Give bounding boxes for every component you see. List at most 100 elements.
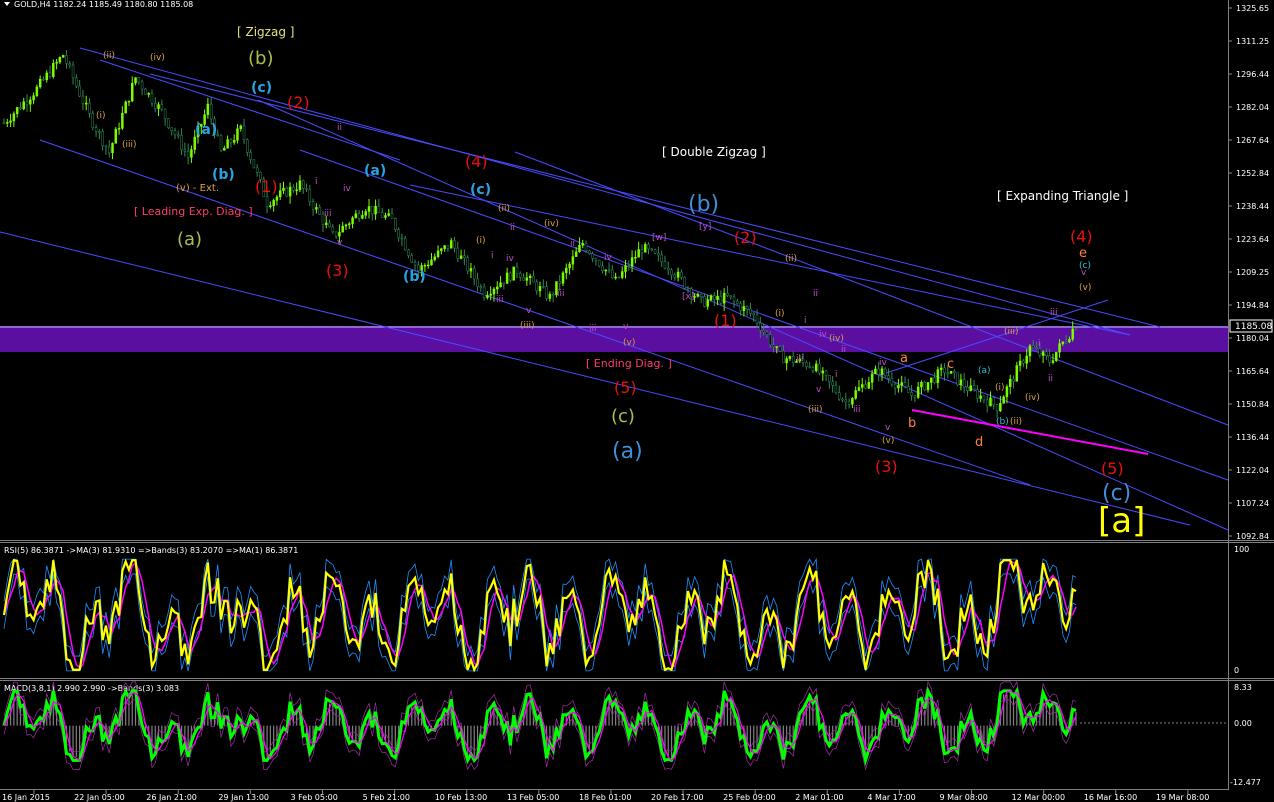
candle-body bbox=[190, 149, 193, 158]
candle-body bbox=[219, 135, 223, 151]
candle-body bbox=[104, 145, 108, 148]
wave-label: (1) bbox=[714, 311, 737, 330]
candle-body bbox=[6, 122, 9, 124]
svg-text:(iii): (iii) bbox=[808, 405, 823, 415]
wave-label: (a) bbox=[612, 439, 643, 464]
svg-text:(v): (v) bbox=[882, 436, 894, 446]
candle-body bbox=[315, 207, 318, 210]
wave-label: (1) bbox=[255, 177, 278, 196]
svg-text:(a): (a) bbox=[978, 366, 991, 376]
candle-body bbox=[959, 379, 963, 386]
candle-body bbox=[634, 257, 637, 259]
wave-label: (a) bbox=[364, 163, 386, 179]
candle-body bbox=[502, 282, 506, 285]
candle-body bbox=[496, 286, 499, 290]
macd-tick: 8.33 bbox=[1234, 683, 1252, 692]
candle-body bbox=[841, 398, 844, 401]
candle-body bbox=[331, 226, 335, 233]
candle-body bbox=[814, 363, 818, 372]
candle-body bbox=[903, 382, 907, 387]
candle-body bbox=[371, 206, 374, 215]
candle-body bbox=[936, 369, 940, 383]
candle-body bbox=[745, 306, 749, 310]
time-tick: 9 Mar 08:00 bbox=[940, 793, 988, 802]
candle-body bbox=[588, 250, 591, 254]
candle-body bbox=[620, 271, 624, 278]
svg-text:(iv): (iv) bbox=[1025, 393, 1040, 403]
candle-body bbox=[167, 118, 170, 128]
candle-body bbox=[643, 244, 647, 253]
candle-body bbox=[716, 295, 719, 300]
candle-body bbox=[719, 295, 723, 304]
svg-text:i: i bbox=[804, 316, 807, 326]
candle-body bbox=[966, 386, 969, 391]
svg-text:v: v bbox=[623, 322, 629, 332]
candle-body bbox=[686, 287, 690, 290]
candle-body bbox=[114, 128, 118, 144]
candle-body bbox=[29, 99, 32, 105]
candle-body bbox=[824, 370, 828, 376]
candle-body bbox=[193, 136, 196, 150]
candle-body bbox=[897, 385, 900, 389]
svg-text:iii: iii bbox=[557, 289, 565, 299]
candle-body bbox=[32, 95, 35, 101]
svg-text:e: e bbox=[1079, 246, 1087, 261]
candle-body bbox=[1068, 338, 1071, 343]
price-tick: 1282.04 bbox=[1236, 103, 1269, 112]
candle-body bbox=[1048, 355, 1051, 363]
candle-body bbox=[173, 130, 177, 136]
candle-body bbox=[1051, 360, 1055, 363]
candle-body bbox=[607, 269, 611, 272]
candle-body bbox=[640, 249, 644, 253]
candle-body bbox=[956, 372, 959, 386]
candle-body bbox=[696, 293, 700, 297]
svg-text:i: i bbox=[1038, 339, 1041, 349]
candle-body bbox=[206, 103, 210, 115]
candle-body bbox=[160, 104, 164, 110]
candle-body bbox=[328, 222, 331, 228]
time-tick: 4 Mar 17:00 bbox=[867, 793, 915, 802]
candle-body bbox=[9, 120, 12, 123]
candle-body bbox=[900, 382, 903, 386]
time-tick: 25 Feb 09:00 bbox=[723, 793, 775, 802]
candle-body bbox=[479, 286, 483, 288]
candle-body bbox=[729, 295, 732, 298]
candle-body bbox=[818, 363, 821, 374]
candle-body bbox=[469, 268, 473, 272]
candle-body bbox=[759, 322, 762, 331]
candle-body bbox=[762, 330, 765, 333]
time-tick: 18 Feb 01:00 bbox=[579, 793, 631, 802]
candle-body bbox=[318, 207, 321, 215]
time-tick: 2 Mar 01:00 bbox=[795, 793, 843, 802]
candle-body bbox=[594, 258, 598, 261]
candle-body bbox=[551, 293, 555, 296]
candle-body bbox=[140, 81, 144, 90]
candle-body bbox=[407, 249, 410, 256]
candle-body bbox=[920, 382, 923, 388]
rsi-label: RSI(5) 86.3871 ->MA(3) 81.9310 =>Bands(3… bbox=[4, 546, 298, 555]
svg-text:i: i bbox=[835, 370, 838, 380]
svg-text:iii: iii bbox=[496, 295, 504, 305]
candle-body bbox=[1061, 341, 1065, 344]
price-tick: 1209.25 bbox=[1236, 268, 1269, 277]
candle-body bbox=[377, 206, 381, 214]
price-tick: 1325.65 bbox=[1236, 4, 1269, 13]
candle-body bbox=[535, 281, 538, 292]
candle-body bbox=[272, 200, 275, 207]
support-zone-band bbox=[0, 326, 1228, 352]
candle-body bbox=[384, 215, 387, 218]
zigzag-annotation: [ Zigzag ] bbox=[237, 25, 294, 39]
candle-body bbox=[676, 271, 680, 278]
svg-text:iv: iv bbox=[343, 184, 352, 194]
svg-text:iv: iv bbox=[819, 330, 828, 340]
svg-text:v: v bbox=[526, 306, 532, 316]
svg-text:iii: iii bbox=[1050, 308, 1058, 318]
candle-body bbox=[703, 296, 706, 307]
svg-text:[w]: [w] bbox=[652, 233, 666, 243]
candle-body bbox=[311, 201, 315, 210]
candle-body bbox=[884, 368, 887, 376]
price-tick: 1194.84 bbox=[1236, 301, 1269, 310]
candle-body bbox=[509, 272, 512, 281]
candle-body bbox=[525, 277, 529, 281]
candle-body bbox=[380, 212, 384, 218]
